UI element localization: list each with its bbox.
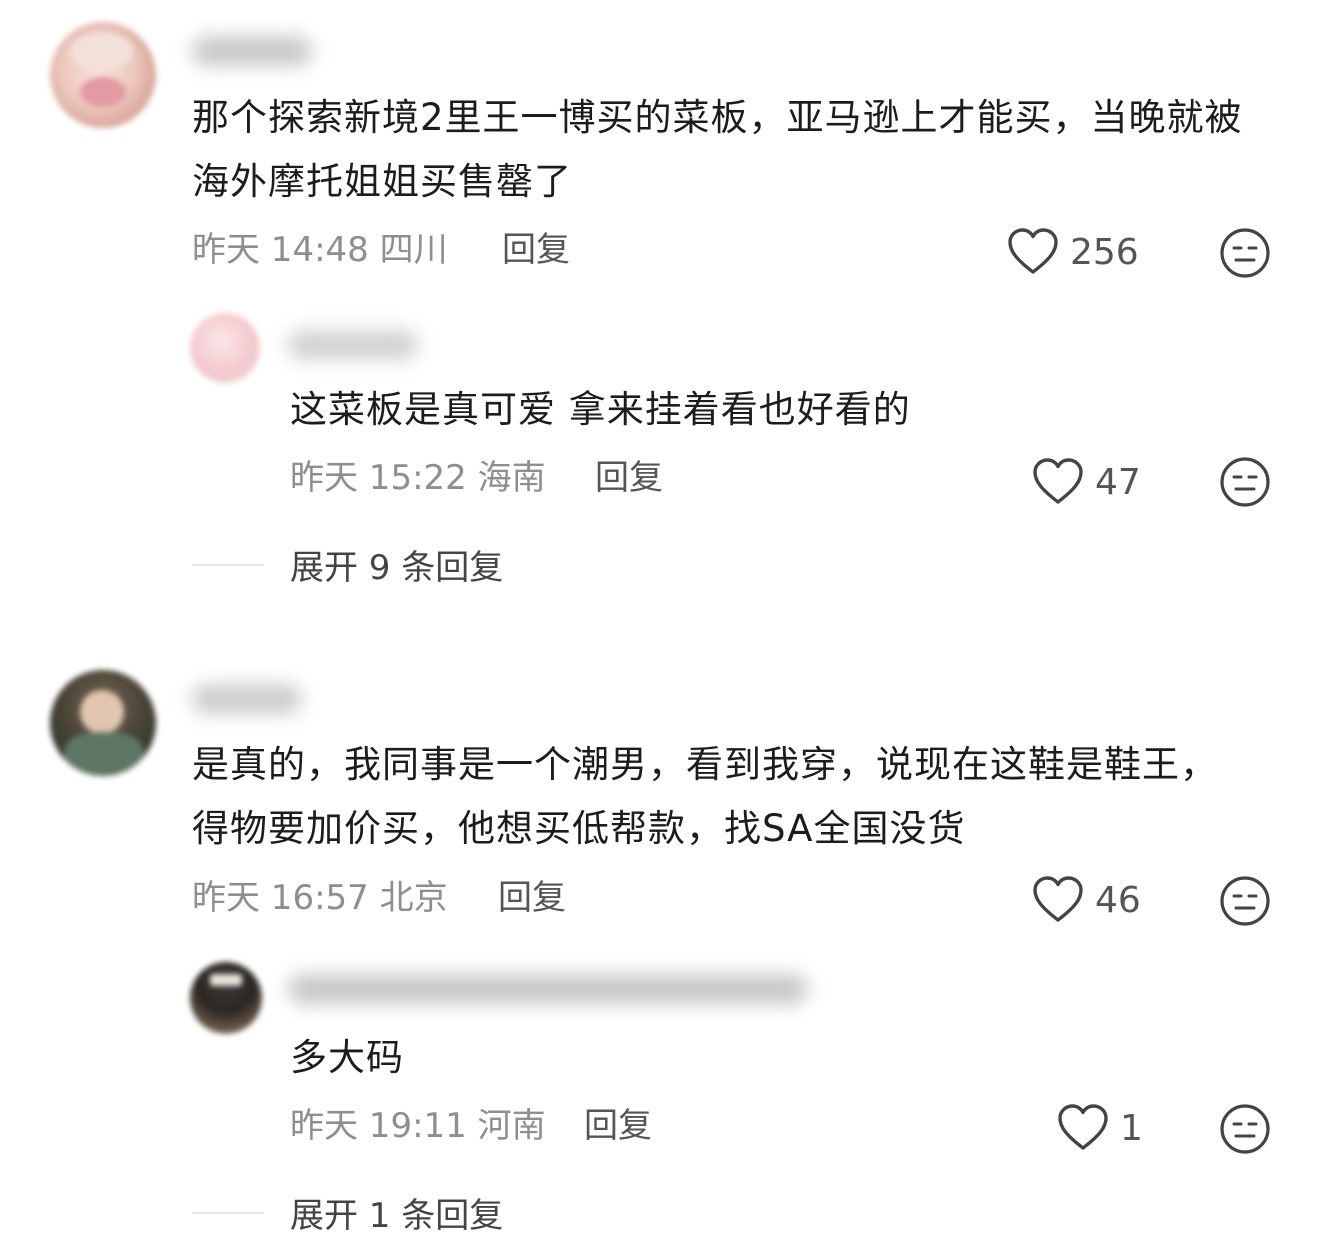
avatar[interactable]	[50, 22, 156, 128]
avatar[interactable]	[190, 962, 262, 1034]
like-button[interactable]: 256	[1006, 224, 1139, 280]
expand-replies-label: 展开 9 条回复	[290, 548, 504, 588]
comment-text: 多大码	[290, 1036, 404, 1079]
divider-line	[192, 563, 264, 566]
like-button[interactable]: 47	[1031, 454, 1141, 510]
username-blurred[interactable]	[192, 684, 302, 714]
username-blurred[interactable]	[192, 36, 312, 66]
like-button[interactable]: 46	[1031, 872, 1141, 928]
neutral-face-icon[interactable]	[1219, 1103, 1271, 1155]
expand-replies-button[interactable]: 展开 9 条回复	[192, 540, 503, 589]
comment-text: 那个探索新境2里王一博买的菜板，亚马逊上才能买，当晚就被海外摩托姐姐买售罄了	[192, 96, 1243, 203]
heart-outline-icon	[1033, 458, 1083, 504]
comment-meta: 昨天 19:11 河南	[290, 1106, 546, 1146]
comment-meta: 昨天 15:22 海南	[290, 458, 546, 498]
avatar[interactable]	[190, 313, 260, 383]
username-blurred[interactable]	[288, 330, 418, 360]
divider-line	[192, 1211, 264, 1214]
neutral-face-icon[interactable]	[1219, 875, 1271, 927]
heart-outline-icon	[1008, 228, 1058, 274]
reply-button[interactable]: 回复	[584, 1106, 652, 1146]
expand-replies-button[interactable]: 展开 1 条回复	[192, 1188, 503, 1237]
comment-meta: 昨天 16:57 北京	[192, 878, 448, 918]
comment-text: 这菜板是真可爱 拿来挂着看也好看的	[290, 388, 911, 431]
like-button[interactable]: 1	[1056, 1100, 1143, 1156]
neutral-face-icon[interactable]	[1219, 456, 1271, 508]
avatar[interactable]	[50, 670, 156, 776]
neutral-face-icon[interactable]	[1219, 227, 1271, 279]
username-blurred[interactable]	[288, 974, 808, 1004]
comment-text: 是真的，我同事是一个潮男，看到我穿，说现在这鞋是鞋王，得物要加价买，他想买低帮款…	[192, 743, 1218, 850]
like-count: 47	[1095, 461, 1141, 503]
comment-meta: 昨天 14:48 四川	[192, 230, 448, 270]
heart-outline-icon	[1058, 1104, 1108, 1150]
reply-button[interactable]: 回复	[498, 878, 566, 918]
like-count: 46	[1095, 879, 1141, 921]
reply-button[interactable]: 回复	[502, 230, 570, 270]
expand-replies-label: 展开 1 条回复	[290, 1196, 504, 1236]
like-count: 1	[1120, 1107, 1143, 1149]
reply-button[interactable]: 回复	[595, 458, 663, 498]
heart-outline-icon	[1033, 876, 1083, 922]
like-count: 256	[1070, 231, 1139, 273]
